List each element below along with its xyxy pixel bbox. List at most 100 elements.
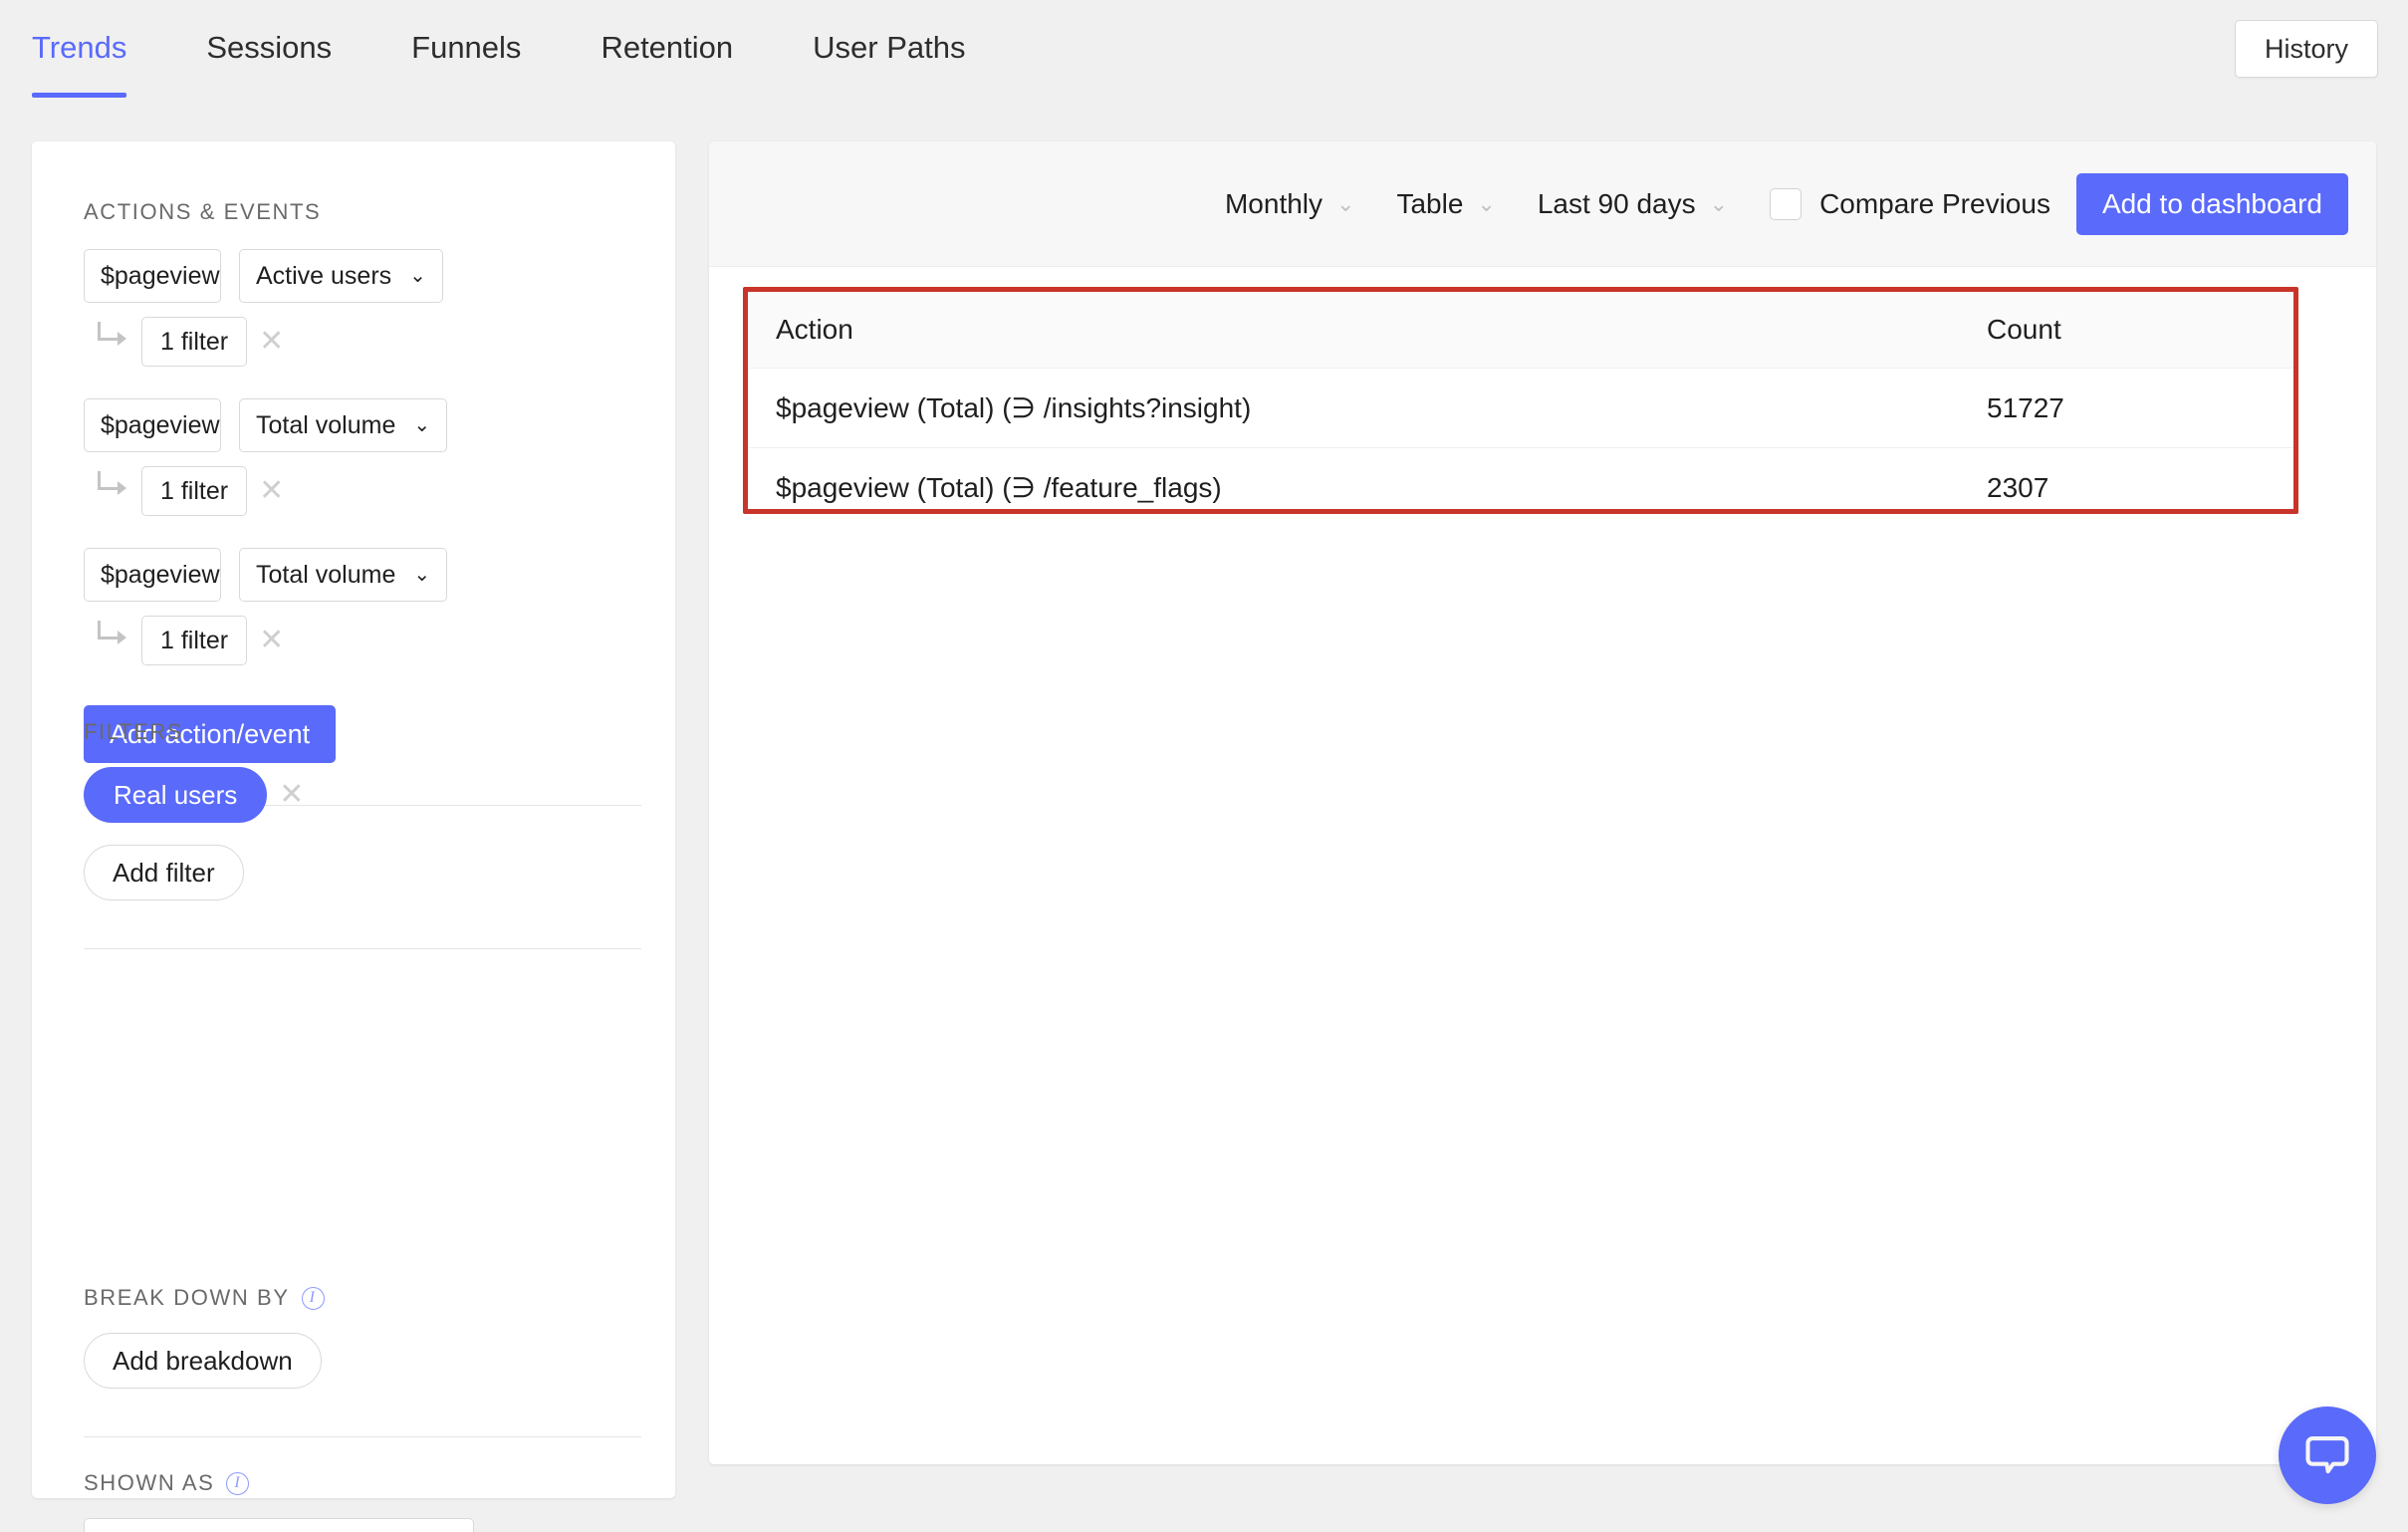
tab-retention-label: Retention — [601, 30, 733, 65]
remove-event-0-icon[interactable]: ✕ — [259, 327, 284, 357]
insight-tabs: Trends Sessions Funnels Retention User P… — [32, 20, 1046, 66]
filters-section: FILTERS Real users ✕ Add filter — [84, 719, 641, 949]
info-icon[interactable]: i — [302, 1287, 325, 1310]
table-header: Action Count — [748, 292, 2293, 369]
nested-arrow-icon — [94, 627, 129, 654]
chevron-down-icon: ⌄ — [413, 565, 430, 585]
filter-button-0-label: 1 filter — [160, 328, 228, 357]
insight-main-panel: Monthly ⌄ Table ⌄ Last 90 days ⌄ Compare… — [709, 141, 2376, 1464]
actions-events-section: ACTIONS & EVENTS $pageview ⌄ Active user… — [84, 199, 641, 806]
tab-funnels[interactable]: Funnels — [411, 20, 521, 66]
cell-action: $pageview (Total) (∋ /insights?insight) — [748, 369, 1965, 448]
top-navigation: Trends Sessions Funnels Retention User P… — [0, 0, 2408, 108]
filter-button-1[interactable]: 1 filter — [141, 466, 247, 516]
tab-sessions-label: Sessions — [206, 30, 332, 65]
tab-retention[interactable]: Retention — [601, 20, 733, 66]
column-header-count[interactable]: Count — [1965, 292, 2293, 369]
nested-arrow-icon — [94, 328, 129, 356]
math-select-1[interactable]: Total volume ⌄ — [239, 398, 447, 452]
tab-user-paths-label: User Paths — [813, 30, 965, 65]
info-icon[interactable]: i — [226, 1472, 249, 1495]
sidebar-divider — [84, 948, 641, 949]
date-range-select[interactable]: Last 90 days ⌄ — [1538, 188, 1728, 220]
history-button[interactable]: History — [2235, 20, 2378, 78]
chevron-down-icon: ⌄ — [409, 266, 426, 286]
filter-pill-label: Real users — [114, 780, 237, 811]
filter-pill-real-users[interactable]: Real users — [84, 767, 267, 823]
event-row: $pageview ⌄ Total volume ⌄ — [84, 548, 641, 602]
compare-previous-toggle[interactable]: Compare Previous — [1770, 188, 2050, 220]
event-select-2-value: $pageview — [101, 561, 220, 590]
event-filter-row: 1 filter ✕ — [84, 466, 641, 516]
compare-previous-label: Compare Previous — [1819, 188, 2050, 220]
cell-count: 51727 — [1965, 369, 2293, 448]
add-to-dashboard-button[interactable]: Add to dashboard — [2076, 173, 2348, 235]
trends-table: Action Count $pageview (Total) (∋ /insig… — [748, 292, 2293, 509]
filters-title-text: FILTERS — [84, 719, 183, 745]
chat-launcher-button[interactable] — [2279, 1406, 2376, 1504]
interval-select[interactable]: Monthly ⌄ — [1225, 188, 1354, 220]
event-select-1-value: $pageview — [101, 411, 220, 440]
event-select-0[interactable]: $pageview ⌄ — [84, 249, 221, 303]
chevron-down-icon: ⌄ — [1336, 191, 1354, 217]
tab-user-paths[interactable]: User Paths — [813, 20, 965, 66]
breakdown-title-text: BREAK DOWN BY — [84, 1285, 290, 1311]
compare-previous-checkbox[interactable] — [1770, 188, 1802, 220]
cell-count: 2307 — [1965, 448, 2293, 510]
math-select-2-value: Total volume — [256, 561, 395, 590]
nested-arrow-icon — [94, 477, 129, 505]
filter-button-1-label: 1 filter — [160, 477, 228, 506]
history-button-label: History — [2265, 34, 2348, 65]
cell-action: $pageview (Total) (∋ /feature_flags) — [748, 448, 1965, 510]
actions-events-title: ACTIONS & EVENTS — [84, 199, 641, 225]
math-select-0[interactable]: Active users ⌄ — [239, 249, 443, 303]
tab-sessions[interactable]: Sessions — [206, 20, 332, 66]
math-select-2[interactable]: Total volume ⌄ — [239, 548, 447, 602]
tab-funnels-label: Funnels — [411, 30, 521, 65]
interval-select-value: Monthly — [1225, 188, 1323, 220]
add-filter-label: Add filter — [113, 858, 215, 889]
breakdown-title: BREAK DOWN BY i — [84, 1285, 641, 1311]
event-select-1[interactable]: $pageview ⌄ — [84, 398, 221, 452]
date-range-select-value: Last 90 days — [1538, 188, 1696, 220]
chevron-down-icon: ⌄ — [1477, 191, 1495, 217]
column-header-action[interactable]: Action — [748, 292, 1965, 369]
add-to-dashboard-label: Add to dashboard — [2102, 188, 2322, 220]
tab-trends[interactable]: Trends — [32, 20, 126, 66]
results-table-container: Action Count $pageview (Total) (∋ /insig… — [743, 287, 2298, 514]
actions-events-title-text: ACTIONS & EVENTS — [84, 199, 321, 225]
event-row: $pageview ⌄ Active users ⌄ — [84, 249, 641, 303]
insight-sidebar: ACTIONS & EVENTS $pageview ⌄ Active user… — [32, 141, 675, 1498]
shown-as-section: SHOWN AS i Volume ⌄ — [84, 1470, 641, 1532]
add-breakdown-button[interactable]: Add breakdown — [84, 1333, 322, 1389]
remove-filter-icon[interactable]: ✕ — [279, 780, 304, 810]
filter-button-2[interactable]: 1 filter — [141, 616, 247, 665]
filter-button-0[interactable]: 1 filter — [141, 317, 247, 367]
event-row: $pageview ⌄ Total volume ⌄ — [84, 398, 641, 452]
event-select-2[interactable]: $pageview ⌄ — [84, 548, 221, 602]
chevron-down-icon: ⌄ — [413, 415, 430, 435]
breakdown-section: BREAK DOWN BY i Add breakdown — [84, 1285, 641, 1437]
remove-event-1-icon[interactable]: ✕ — [259, 476, 284, 506]
shown-as-title: SHOWN AS i — [84, 1470, 641, 1496]
chart-type-select[interactable]: Table ⌄ — [1396, 188, 1495, 220]
sidebar-divider — [84, 1436, 641, 1437]
math-select-1-value: Total volume — [256, 411, 395, 440]
shown-as-title-text: SHOWN AS — [84, 1470, 214, 1496]
add-filter-button[interactable]: Add filter — [84, 845, 244, 900]
insight-toolbar: Monthly ⌄ Table ⌄ Last 90 days ⌄ Compare… — [709, 141, 2376, 267]
chat-bubble-icon — [2301, 1429, 2353, 1481]
event-select-0-value: $pageview — [101, 262, 220, 291]
shown-as-select[interactable]: Volume ⌄ — [84, 1518, 474, 1532]
app-page: Trends Sessions Funnels Retention User P… — [0, 0, 2408, 1532]
table-header-row: Action Count — [748, 292, 2293, 369]
event-filter-row: 1 filter ✕ — [84, 317, 641, 367]
table-row[interactable]: $pageview (Total) (∋ /feature_flags) 230… — [748, 448, 2293, 510]
remove-event-2-icon[interactable]: ✕ — [259, 626, 284, 655]
chevron-down-icon: ⌄ — [1710, 191, 1728, 217]
filter-button-2-label: 1 filter — [160, 627, 228, 655]
math-select-0-value: Active users — [256, 262, 391, 291]
results-table: Action Count $pageview (Total) (∋ /insig… — [748, 292, 2293, 509]
table-row[interactable]: $pageview (Total) (∋ /insights?insight) … — [748, 369, 2293, 448]
event-filter-row: 1 filter ✕ — [84, 616, 641, 665]
